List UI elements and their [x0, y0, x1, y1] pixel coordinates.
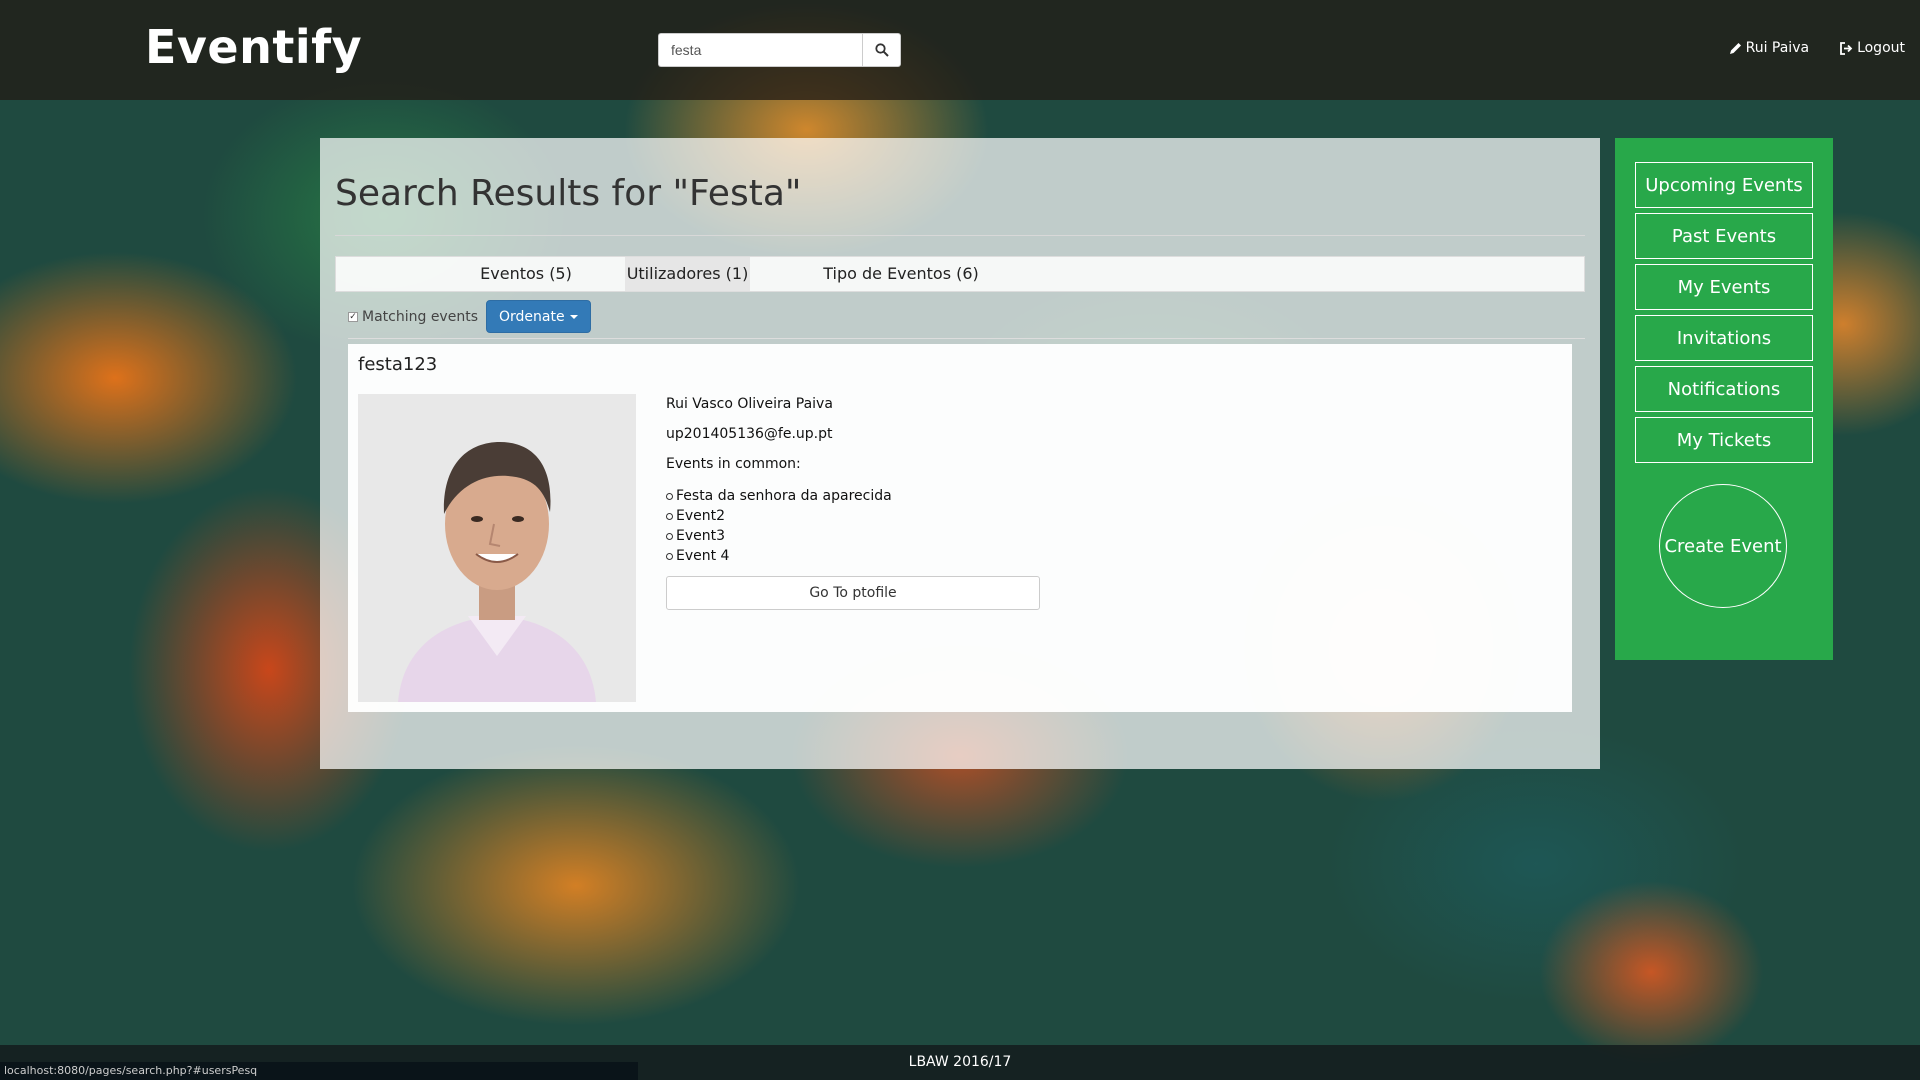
- brand-logo[interactable]: Eventify: [145, 20, 362, 74]
- avatar-photo-icon: [358, 394, 636, 702]
- logout-link[interactable]: Logout: [1839, 40, 1905, 56]
- sidebar: Upcoming Events Past Events My Events In…: [1615, 138, 1833, 660]
- list-item: Festa da senhora da aparecida: [666, 486, 1040, 506]
- search-form: [658, 33, 901, 67]
- nav-user-links: Rui Paiva Logout: [1729, 40, 1905, 56]
- matching-events-label: Matching events: [362, 308, 478, 325]
- list-item: Event2: [666, 506, 1040, 526]
- sidebar-item-past-events[interactable]: Past Events: [1635, 213, 1813, 259]
- user-info: Rui Vasco Oliveira Paiva up201405136@fe.…: [666, 394, 1040, 610]
- avatar: [358, 394, 636, 702]
- sidebar-item-invitations[interactable]: Invitations: [1635, 315, 1813, 361]
- matching-events-checkbox[interactable]: ✓: [348, 311, 358, 322]
- footer-text: LBAW 2016/17: [908, 1054, 1012, 1070]
- events-in-common-heading: Events in common:: [666, 456, 801, 472]
- search-input[interactable]: [658, 33, 862, 67]
- caret-down-icon: [569, 314, 578, 319]
- page-title: Search Results for "Festa": [335, 173, 802, 214]
- pencil-icon: [1729, 42, 1741, 54]
- ordenate-dropdown-button[interactable]: Ordenate: [486, 300, 591, 333]
- sidebar-item-my-tickets[interactable]: My Tickets: [1635, 417, 1813, 463]
- list-item: Event 4: [666, 546, 1040, 566]
- go-to-profile-button[interactable]: Go To ptofile: [666, 576, 1040, 610]
- user-email: up201405136@fe.up.pt: [666, 426, 833, 442]
- user-profile-link[interactable]: Rui Paiva: [1729, 40, 1809, 56]
- search-results-panel: Search Results for "Festa" Eventos (5) U…: [320, 138, 1600, 769]
- user-profile-label: Rui Paiva: [1745, 40, 1810, 56]
- sidebar-item-upcoming-events[interactable]: Upcoming Events: [1635, 162, 1813, 208]
- tab-eventos[interactable]: Eventos (5): [446, 257, 606, 291]
- search-button[interactable]: [862, 33, 901, 67]
- browser-status-url: localhost:8080/pages/search.php?#usersPe…: [0, 1062, 638, 1080]
- logout-label: Logout: [1857, 40, 1905, 56]
- result-username: festa123: [358, 354, 438, 375]
- user-result-card: festa123 Rui Vasco Oliveira Paiva up2014…: [348, 344, 1572, 712]
- tab-utilizadores[interactable]: Utilizadores (1): [625, 257, 750, 291]
- title-divider: [335, 235, 1585, 236]
- create-event-button[interactable]: Create Event: [1659, 484, 1787, 608]
- logout-icon: [1840, 41, 1853, 55]
- sidebar-item-notifications[interactable]: Notifications: [1635, 366, 1813, 412]
- user-full-name: Rui Vasco Oliveira Paiva: [666, 396, 833, 412]
- sidebar-item-my-events[interactable]: My Events: [1635, 264, 1813, 310]
- filter-divider: [348, 338, 1585, 339]
- ordenate-label: Ordenate: [499, 308, 565, 325]
- filter-row: ✓ Matching events Ordenate: [348, 300, 591, 333]
- list-item: Event3: [666, 526, 1040, 546]
- events-in-common-list: Festa da senhora da aparecida Event2 Eve…: [666, 486, 1040, 566]
- search-icon: [874, 43, 889, 57]
- top-navbar: Eventify Rui Paiva Logout: [0, 0, 1920, 100]
- result-tabs: Eventos (5) Utilizadores (1) Tipo de Eve…: [335, 256, 1585, 292]
- tab-tipo-de-eventos[interactable]: Tipo de Eventos (6): [811, 257, 991, 291]
